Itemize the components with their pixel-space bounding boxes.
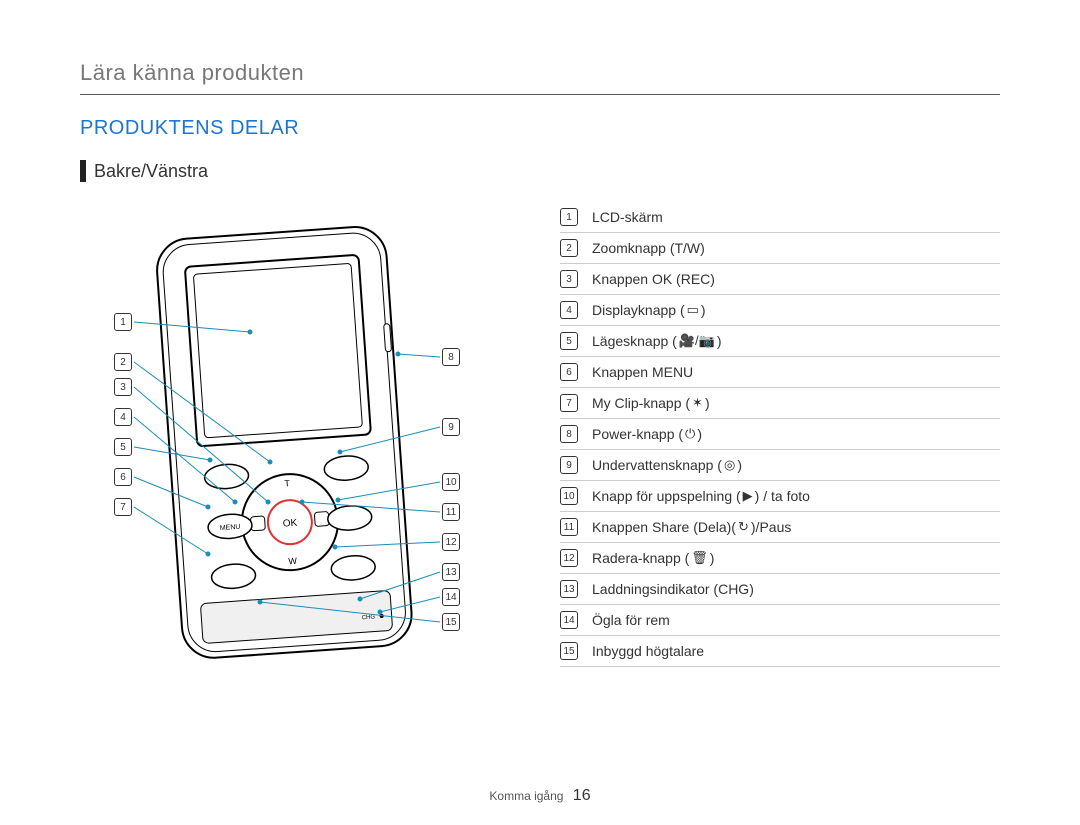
diagram-callout: 4 xyxy=(114,408,132,426)
subsection-heading: Bakre/Vänstra xyxy=(80,160,1000,182)
diagram-callout: 14 xyxy=(442,588,460,606)
legend-label: Inbyggd högtalare xyxy=(592,643,704,659)
legend-row: 7 My Clip-knapp (✶) xyxy=(560,388,1000,419)
mode-icon: 🎥/📷 xyxy=(679,333,715,349)
legend-label-suffix: ) xyxy=(710,550,715,566)
legend-label: My Clip-knapp ( xyxy=(592,395,690,411)
diagram-callout: 2 xyxy=(114,353,132,371)
legend-label-suffix: ) xyxy=(697,426,702,442)
diagram-callout: 15 xyxy=(442,613,460,631)
legend-number: 5 xyxy=(560,332,578,350)
product-diagram: OK T W MENU CHG xyxy=(80,202,520,722)
share-icon: ↻ xyxy=(738,519,749,535)
legend-label: Lägesknapp ( xyxy=(592,333,677,349)
legend-label: Knappen OK (REC) xyxy=(592,271,715,287)
legend-number: 12 xyxy=(560,549,578,567)
legend-number: 4 xyxy=(560,301,578,319)
legend-number: 11 xyxy=(560,518,578,536)
legend-row: 12 Radera-knapp (🗑) xyxy=(560,543,1000,574)
legend-number: 8 xyxy=(560,425,578,443)
legend-number: 9 xyxy=(560,456,578,474)
underwater-icon: ◎ xyxy=(724,457,735,473)
footer-section: Komma igång xyxy=(489,789,563,803)
diagram-callout: 11 xyxy=(442,503,460,521)
legend-label: Radera-knapp ( xyxy=(592,550,689,566)
legend-label: Knapp för uppspelning ( xyxy=(592,488,741,504)
legend-number: 13 xyxy=(560,580,578,598)
legend-number: 6 xyxy=(560,363,578,381)
diagram-callout: 5 xyxy=(114,438,132,456)
legend-row: 10 Knapp för uppspelning (▶) / ta foto xyxy=(560,481,1000,512)
subhead-text: Bakre/Vänstra xyxy=(94,161,208,182)
legend-label: LCD-skärm xyxy=(592,209,663,225)
legend-row: 5 Lägesknapp (🎥/📷) xyxy=(560,326,1000,357)
trash-icon: 🗑 xyxy=(691,550,708,566)
chg-label: CHG xyxy=(362,614,376,621)
diagram-callout: 8 xyxy=(442,348,460,366)
diagram-callout: 9 xyxy=(442,418,460,436)
diagram-callout: 3 xyxy=(114,378,132,396)
zoom-w-label: W xyxy=(288,556,298,567)
legend-number: 10 xyxy=(560,487,578,505)
diagram-callout: 13 xyxy=(442,563,460,581)
legend-number: 3 xyxy=(560,270,578,288)
legend-label: Power-knapp ( xyxy=(592,426,683,442)
page-number: 16 xyxy=(573,787,591,804)
diagram-callout: 12 xyxy=(442,533,460,551)
legend-label-suffix: ) xyxy=(705,395,710,411)
menu-button-label: MENU xyxy=(220,524,241,532)
legend-row: 2 Zoomknapp (T/W) xyxy=(560,233,1000,264)
legend-label-suffix: )/Paus xyxy=(751,519,791,535)
breadcrumb: Lära känna produkten xyxy=(80,60,1000,95)
subhead-bar xyxy=(80,160,86,182)
legend-label: Laddningsindikator (CHG) xyxy=(592,581,754,597)
diagram-callout: 1 xyxy=(114,313,132,331)
legend-label: Knappen MENU xyxy=(592,364,693,380)
legend-number: 7 xyxy=(560,394,578,412)
legend-label-suffix: ) xyxy=(701,302,706,318)
diagram-callout: 6 xyxy=(114,468,132,486)
legend-number: 1 xyxy=(560,208,578,226)
legend-number: 15 xyxy=(560,642,578,660)
legend-number: 2 xyxy=(560,239,578,257)
legend-label-suffix: ) xyxy=(717,333,722,349)
legend-row: 4 Displayknapp (▭) xyxy=(560,295,1000,326)
legend-row: 8 Power-knapp (⏻) xyxy=(560,419,1000,450)
legend-label-suffix: ) xyxy=(737,457,742,473)
page-footer: Komma igång 16 xyxy=(0,787,1080,805)
legend-label: Zoomknapp (T/W) xyxy=(592,240,705,256)
ok-button-label: OK xyxy=(282,518,298,530)
clip-icon: ✶ xyxy=(692,395,703,411)
legend-row: 15 Inbyggd högtalare xyxy=(560,636,1000,667)
legend-row: 3 Knappen OK (REC) xyxy=(560,264,1000,295)
legend-number: 14 xyxy=(560,611,578,629)
legend-row: 13 Laddningsindikator (CHG) xyxy=(560,574,1000,605)
legend-label: Knappen Share (Dela)( xyxy=(592,519,736,535)
diagram-callout: 10 xyxy=(442,473,460,491)
legend-label: Undervattensknapp ( xyxy=(592,457,722,473)
legend-row: 11 Knappen Share (Dela)(↻)/Paus xyxy=(560,512,1000,543)
legend-row: 6 Knappen MENU xyxy=(560,357,1000,388)
legend-label-suffix: ) / ta foto xyxy=(755,488,810,504)
display-icon: ▭ xyxy=(687,302,699,318)
legend-label: Displayknapp ( xyxy=(592,302,685,318)
power-icon: ⏻ xyxy=(685,426,695,442)
diagram-callout: 7 xyxy=(114,498,132,516)
play-icon: ▶ xyxy=(743,488,753,504)
legend-label: Ögla för rem xyxy=(592,612,670,628)
legend-row: 14 Ögla för rem xyxy=(560,605,1000,636)
parts-legend: 1 LCD-skärm 2 Zoomknapp (T/W) 3 Knappen OK (R… xyxy=(560,202,1000,722)
section-title: PRODUKTENS DELAR xyxy=(80,117,1000,140)
legend-row: 1 LCD-skärm xyxy=(560,202,1000,233)
legend-row: 9 Undervattensknapp (◎) xyxy=(560,450,1000,481)
